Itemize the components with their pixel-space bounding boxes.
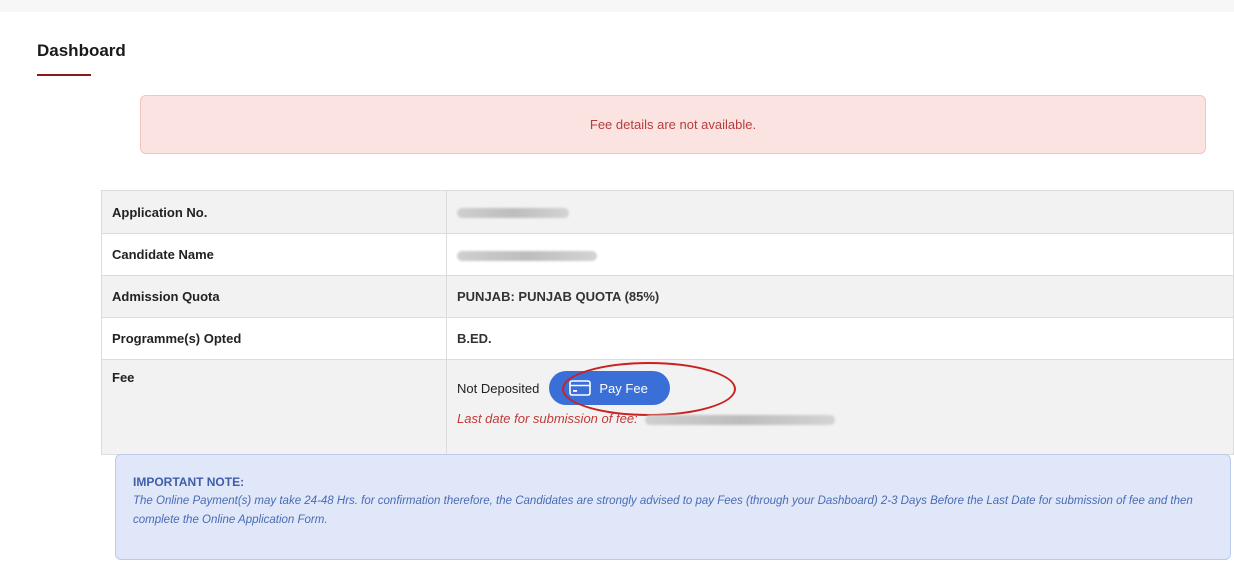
important-note-body: The Online Payment(s) may take 24-48 Hrs… xyxy=(133,495,1193,526)
table-row: Candidate Name xyxy=(101,233,1234,276)
redacted-deadline-date xyxy=(645,414,836,425)
title-underline xyxy=(37,74,91,76)
table-row: Admission Quota PUNJAB: PUNJAB QUOTA (85… xyxy=(101,275,1234,318)
important-note-title: IMPORTANT NOTE: xyxy=(133,475,245,489)
candidate-name-label: Candidate Name xyxy=(101,233,447,276)
admission-quota-label: Admission Quota xyxy=(101,275,447,318)
admission-quota-value: PUNJAB: PUNJAB QUOTA (85%) xyxy=(446,275,1234,318)
candidate-name-value xyxy=(446,233,1234,276)
application-no-label: Application No. xyxy=(101,190,447,234)
top-strip xyxy=(0,0,1234,12)
table-row: Programme(s) Opted B.ED. xyxy=(101,317,1234,360)
pay-fee-label: Pay Fee xyxy=(599,380,648,396)
fee-value: Not Deposited Pay Fee Last date for subm… xyxy=(446,359,1234,455)
fee-alert-message: Fee details are not available. xyxy=(589,117,757,132)
table-row: Application No. xyxy=(101,190,1234,234)
fee-alert: Fee details are not available. xyxy=(140,95,1206,154)
candidate-details-table: Application No. Candidate Name Admission… xyxy=(101,190,1234,455)
credit-card-icon xyxy=(569,380,592,396)
fee-status: Not Deposited xyxy=(457,380,540,396)
programmes-label: Programme(s) Opted xyxy=(101,317,447,360)
pay-fee-button[interactable]: Pay Fee xyxy=(549,371,670,405)
fee-deadline: Last date for submission of fee: xyxy=(457,411,1223,426)
page-title: Dashboard xyxy=(37,41,126,60)
programmes-value: B.ED. xyxy=(446,317,1234,360)
redacted-application-no xyxy=(457,208,569,219)
application-no-value xyxy=(446,190,1234,234)
fee-deadline-text: Last date for submission of fee: xyxy=(457,411,638,426)
fee-label: Fee xyxy=(101,359,447,455)
fee-status-line: Not Deposited Pay Fee xyxy=(457,362,1223,416)
table-row: Fee Not Deposited Pay Fee Last date for … xyxy=(101,359,1234,455)
redacted-candidate-name xyxy=(457,250,597,261)
important-note: IMPORTANT NOTE: The Online Payment(s) ma… xyxy=(115,454,1231,560)
